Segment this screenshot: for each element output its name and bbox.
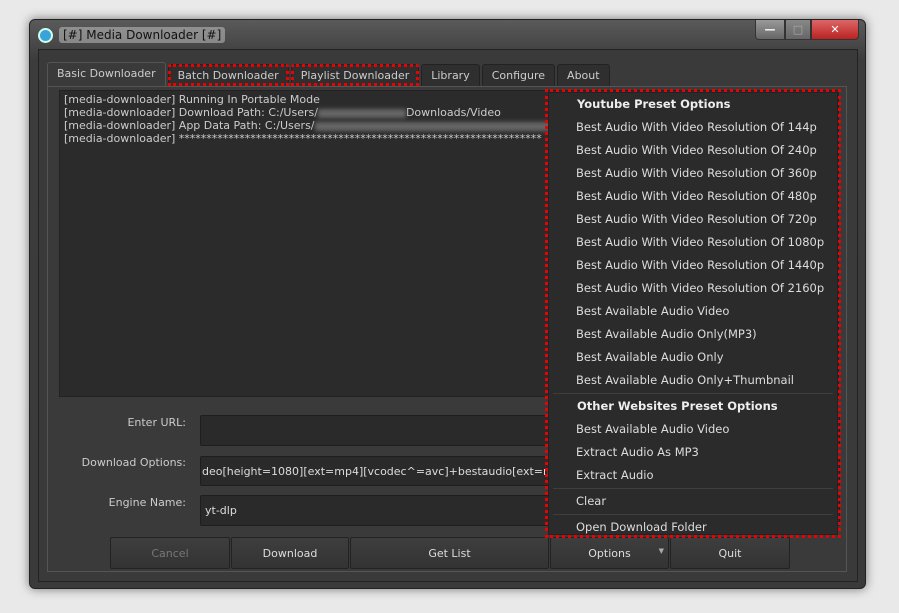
menu-item-open-download-folder[interactable]: Open Download Folder xyxy=(549,516,837,539)
download-button[interactable]: Download xyxy=(231,537,349,569)
menu-item[interactable]: Extract Audio As MP3 xyxy=(549,441,837,464)
get-list-button[interactable]: Get List xyxy=(350,537,549,569)
menu-separator xyxy=(553,488,833,489)
title-bar: [#] Media Downloader [#] xyxy=(38,26,226,44)
menu-item[interactable]: Best Audio With Video Resolution Of 1440… xyxy=(549,254,837,277)
dropdown-arrow-icon: ▼ xyxy=(658,547,664,555)
menu-item[interactable]: Best Audio With Video Resolution Of 360p xyxy=(549,162,837,185)
menu-item[interactable]: Best Audio With Video Resolution Of 480p xyxy=(549,185,837,208)
menu-item[interactable]: Extract Audio xyxy=(549,464,837,487)
tab-playlist-downloader[interactable]: Playlist Downloader xyxy=(290,64,420,86)
window-title: [#] Media Downloader [#] xyxy=(59,27,226,43)
download-options-label: Download Options: xyxy=(81,456,186,469)
options-menu: Youtube Preset Options Best Audio With V… xyxy=(545,89,841,538)
menu-item[interactable]: Best Audio With Video Resolution Of 1080… xyxy=(549,231,837,254)
menu-separator xyxy=(553,393,833,394)
options-label: Options xyxy=(588,546,631,560)
tab-batch-downloader[interactable]: Batch Downloader xyxy=(167,64,289,86)
menu-item[interactable]: Best Available Audio Only+Thumbnail xyxy=(549,369,837,392)
engine-name-label: Engine Name: xyxy=(108,496,186,509)
menu-item[interactable]: Best Audio With Video Resolution Of 144p xyxy=(549,116,837,139)
tab-library[interactable]: Library xyxy=(421,64,480,86)
menu-header-youtube: Youtube Preset Options xyxy=(577,97,731,111)
minimize-button[interactable]: — xyxy=(755,20,785,40)
cancel-button[interactable]: Cancel xyxy=(110,537,230,569)
quit-button[interactable]: Quit xyxy=(670,537,790,569)
menu-item[interactable]: Best Available Audio Video xyxy=(549,418,837,441)
tab-configure[interactable]: Configure xyxy=(481,64,556,86)
close-button[interactable]: ✕ xyxy=(811,20,859,40)
tab-basic-downloader[interactable]: Basic Downloader xyxy=(47,62,166,86)
menu-item[interactable]: Best Available Audio Only(MP3) xyxy=(549,323,837,346)
menu-header-other: Other Websites Preset Options xyxy=(577,399,778,413)
tab-about[interactable]: About xyxy=(557,64,610,86)
tab-bar: Basic Downloader Batch Downloader Playli… xyxy=(47,62,610,86)
menu-separator xyxy=(553,514,833,515)
options-button[interactable]: Options ▼ xyxy=(550,537,669,569)
menu-item-clear[interactable]: Clear xyxy=(549,490,837,513)
menu-item[interactable]: Best Available Audio Only xyxy=(549,346,837,369)
menu-item[interactable]: Best Audio With Video Resolution Of 2160… xyxy=(549,277,837,300)
menu-item[interactable]: Best Available Audio Video xyxy=(549,300,837,323)
maximize-button[interactable]: □ xyxy=(785,20,811,40)
menu-item[interactable]: Best Audio With Video Resolution Of 240p xyxy=(549,139,837,162)
menu-item[interactable]: Best Audio With Video Resolution Of 720p xyxy=(549,208,837,231)
app-icon xyxy=(38,27,53,43)
url-label: Enter URL: xyxy=(127,416,186,429)
